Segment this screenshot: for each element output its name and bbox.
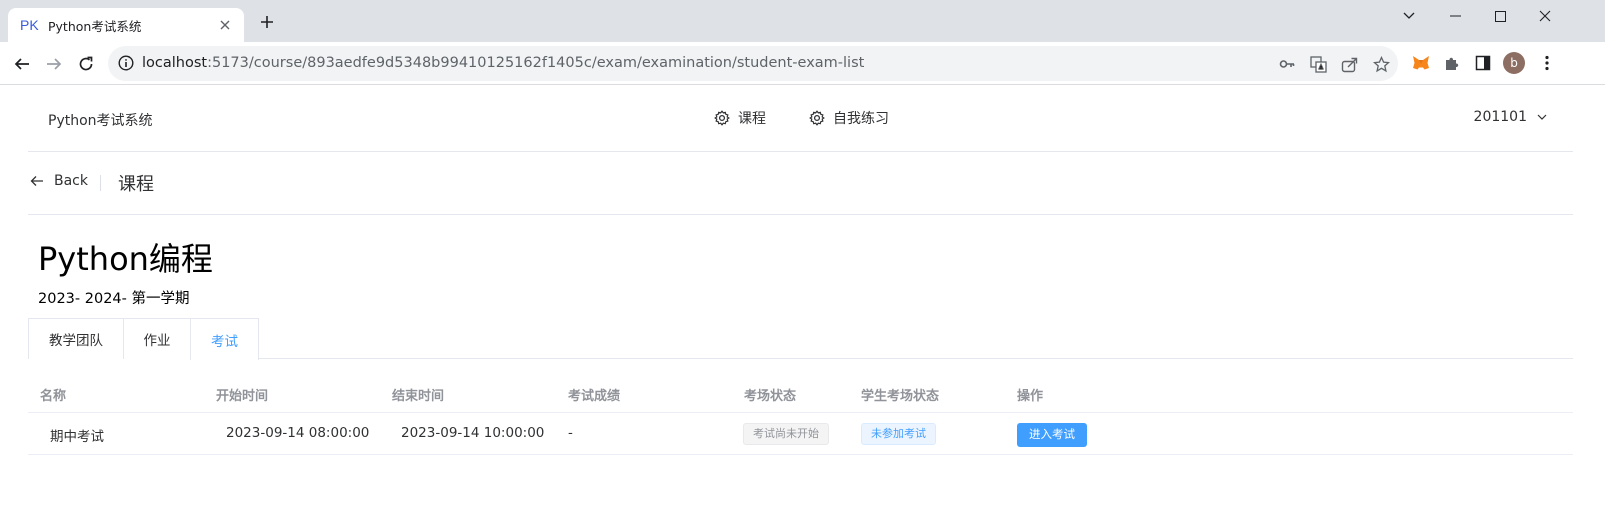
nav-item-courses[interactable]: 课程 (714, 108, 766, 128)
column-header: 考试成绩 (568, 389, 621, 404)
course-term: 2023- 2024- 第一学期 (38, 291, 190, 307)
tab-title: Python考试系统 (48, 18, 142, 34)
new-tab-button[interactable] (256, 13, 278, 35)
arrow-left-icon (30, 176, 43, 186)
site-info-icon[interactable] (118, 55, 134, 75)
close-tab-icon[interactable] (216, 16, 234, 34)
gear-icon (809, 110, 825, 126)
nav-item-label: 自我练习 (833, 111, 889, 127)
tab-teaching-team[interactable]: 教学团队 (28, 318, 124, 359)
table-row: 期中考试 2023-09-14 08:00:00 2023-09-14 10:0… (28, 413, 1573, 455)
close-window-icon[interactable] (1522, 4, 1568, 28)
chevron-down-icon (1537, 114, 1547, 120)
tab-exam[interactable]: 考试 (190, 318, 259, 360)
column-header: 结束时间 (392, 389, 445, 404)
column-header: 操作 (1017, 389, 1044, 404)
side-panel-icon[interactable] (1472, 52, 1494, 74)
exam-start-time: 2023-09-14 08:00:00 (226, 425, 370, 441)
exam-name: 期中考试 (50, 429, 104, 445)
maximize-icon[interactable] (1477, 4, 1523, 28)
table-header: 名称 开始时间 结束时间 考试成绩 考场状态 学生考场状态 操作 (28, 377, 1573, 413)
page-title: 课程 (118, 174, 154, 195)
column-header: 考场状态 (744, 389, 797, 404)
key-icon[interactable] (1278, 55, 1296, 73)
tab-homework[interactable]: 作业 (123, 318, 191, 359)
browser-tab[interactable]: PK Python考试系统 (8, 8, 244, 42)
reload-icon[interactable] (72, 50, 100, 78)
page-header: Back 课程 (28, 153, 1573, 215)
address-bar[interactable]: localhost:5173/course/893aedfe9d5348b994… (108, 46, 1398, 81)
app-header: Python考试系统 课程 自我练习 201101 (28, 86, 1573, 152)
bookmark-star-icon[interactable] (1372, 55, 1390, 73)
nav-item-self-practice[interactable]: 自我练习 (809, 108, 889, 128)
user-dropdown[interactable]: 201101 (1474, 109, 1547, 125)
column-header: 学生考场状态 (861, 389, 940, 404)
minimize-icon[interactable] (1432, 4, 1478, 28)
enter-exam-button[interactable]: 进入考试 (1017, 423, 1087, 447)
brand-title[interactable]: Python考试系统 (48, 110, 153, 130)
back-label: Back (54, 173, 88, 189)
exam-end-time: 2023-09-14 10:00:00 (401, 425, 545, 441)
forward-arrow-icon[interactable] (40, 50, 68, 78)
puzzle-extensions-icon[interactable] (1441, 52, 1463, 74)
share-icon[interactable] (1340, 55, 1358, 73)
browser-tab-bar: PK Python考试系统 (0, 0, 1605, 42)
more-menu-icon[interactable] (1536, 52, 1558, 74)
exam-score: - (568, 425, 573, 441)
user-id: 201101 (1473, 109, 1527, 125)
favicon-icon: PK (20, 17, 39, 33)
course-tabs: 教学团队 作业 考试 (28, 318, 1573, 360)
student-status-badge: 未参加考试 (861, 423, 936, 445)
url-text: localhost:5173/course/893aedfe9d5348b994… (142, 55, 865, 71)
gear-icon (714, 110, 730, 126)
translate-icon[interactable] (1309, 55, 1327, 73)
column-header: 名称 (40, 389, 67, 404)
browser-toolbar: localhost:5173/course/893aedfe9d5348b994… (0, 42, 1605, 85)
nav-item-label: 课程 (738, 111, 766, 127)
column-header: 开始时间 (216, 389, 269, 404)
metamask-fox-icon[interactable] (1410, 52, 1432, 74)
tab-search-icon[interactable] (1386, 4, 1432, 28)
back-button[interactable]: Back (30, 173, 88, 189)
course-title: Python编程 (38, 240, 213, 278)
profile-avatar[interactable]: b (1503, 52, 1525, 74)
back-arrow-icon[interactable] (8, 50, 36, 78)
room-status-badge: 考试尚未开始 (743, 423, 829, 445)
divider (100, 175, 101, 191)
